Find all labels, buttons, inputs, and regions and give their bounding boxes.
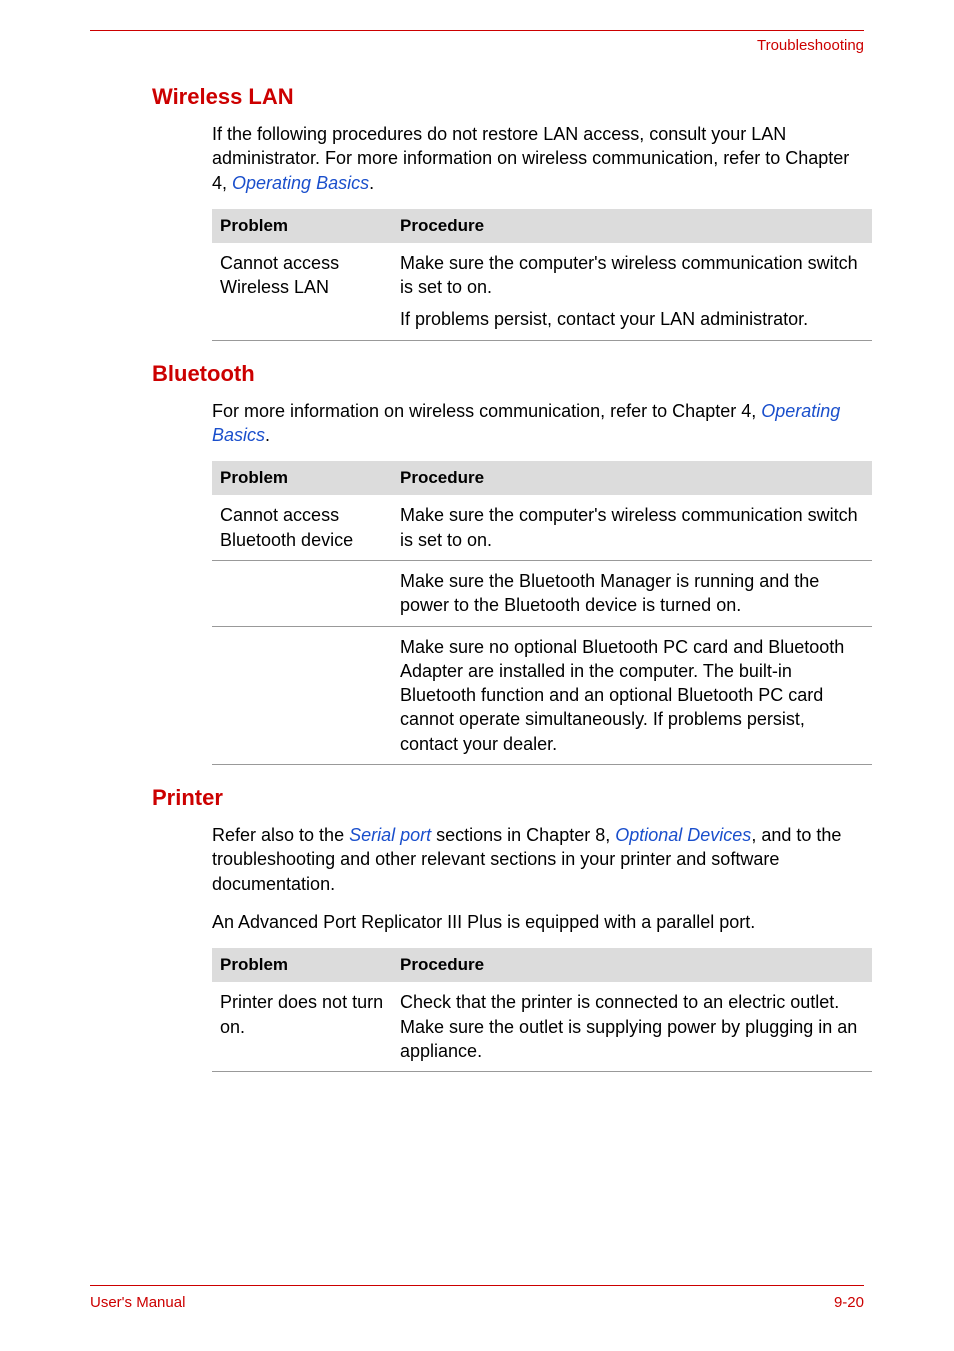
- bluetooth-intro: For more information on wireless communi…: [212, 399, 864, 448]
- bt-row-3: Make sure no optional Bluetooth PC card …: [212, 626, 872, 764]
- bluetooth-intro-pre: For more information on wireless communi…: [212, 401, 761, 421]
- bt-row1-proc: Make sure the computer's wireless commun…: [392, 495, 872, 560]
- printer-row1-proc: Check that the printer is connected to a…: [392, 982, 872, 1071]
- bt-row1-problem: Cannot access Bluetooth device: [212, 495, 392, 560]
- section-title-printer: Printer: [152, 785, 864, 811]
- bt-row2-proc: Make sure the Bluetooth Manager is runni…: [392, 560, 872, 626]
- printer-row-1: Printer does not turn on. Check that the…: [212, 982, 872, 1071]
- footer: User's Manual 9-20: [90, 1285, 864, 1311]
- bluetooth-intro-post: .: [265, 425, 270, 445]
- bt-row-2: Make sure the Bluetooth Manager is runni…: [212, 560, 872, 626]
- wlan-table: Problem Procedure Cannot access Wireless…: [212, 209, 872, 341]
- wlan-table-header: Problem Procedure: [212, 209, 872, 243]
- bluetooth-table: Problem Procedure Cannot access Bluetoot…: [212, 461, 872, 765]
- link-serial-port[interactable]: Serial port: [349, 825, 431, 845]
- footer-left: User's Manual: [90, 1294, 185, 1311]
- printer-table-header: Problem Procedure: [212, 948, 872, 982]
- section-title-wireless-lan: Wireless LAN: [152, 84, 864, 110]
- printer-th-problem: Problem: [212, 948, 392, 982]
- section-title-bluetooth: Bluetooth: [152, 361, 864, 387]
- link-operating-basics-wlan[interactable]: Operating Basics: [232, 173, 369, 193]
- wlan-row1-proc1: Make sure the computer's wireless commun…: [400, 251, 864, 300]
- wlan-row1-procedure: Make sure the computer's wireless commun…: [392, 243, 872, 340]
- printer-table: Problem Procedure Printer does not turn …: [212, 948, 872, 1072]
- footer-right: 9-20: [834, 1294, 864, 1311]
- printer-row1-problem: Printer does not turn on.: [212, 982, 392, 1071]
- wlan-row-1: Cannot access Wireless LAN Make sure the…: [212, 243, 872, 340]
- bt-table-header: Problem Procedure: [212, 461, 872, 495]
- link-optional-devices[interactable]: Optional Devices: [615, 825, 751, 845]
- wlan-th-procedure: Procedure: [392, 209, 872, 243]
- running-header: Troubleshooting: [90, 37, 864, 54]
- bt-row2-problem: [212, 560, 392, 626]
- wlan-th-problem: Problem: [212, 209, 392, 243]
- printer-intro: Refer also to the Serial port sections i…: [212, 823, 864, 896]
- bt-th-problem: Problem: [212, 461, 392, 495]
- wlan-intro-post: .: [369, 173, 374, 193]
- wlan-intro: If the following procedures do not resto…: [212, 122, 864, 195]
- printer-th-procedure: Procedure: [392, 948, 872, 982]
- printer-intro-2: An Advanced Port Replicator III Plus is …: [212, 910, 864, 934]
- printer-intro-pre: Refer also to the: [212, 825, 349, 845]
- wlan-row1-problem: Cannot access Wireless LAN: [212, 243, 392, 340]
- bt-row-1: Cannot access Bluetooth device Make sure…: [212, 495, 872, 560]
- bt-row3-problem: [212, 626, 392, 764]
- printer-intro-mid: sections in Chapter 8,: [431, 825, 615, 845]
- wlan-row1-proc2: If problems persist, contact your LAN ad…: [400, 307, 864, 331]
- header-divider: [90, 30, 864, 31]
- bt-row3-proc: Make sure no optional Bluetooth PC card …: [392, 626, 872, 764]
- bt-th-procedure: Procedure: [392, 461, 872, 495]
